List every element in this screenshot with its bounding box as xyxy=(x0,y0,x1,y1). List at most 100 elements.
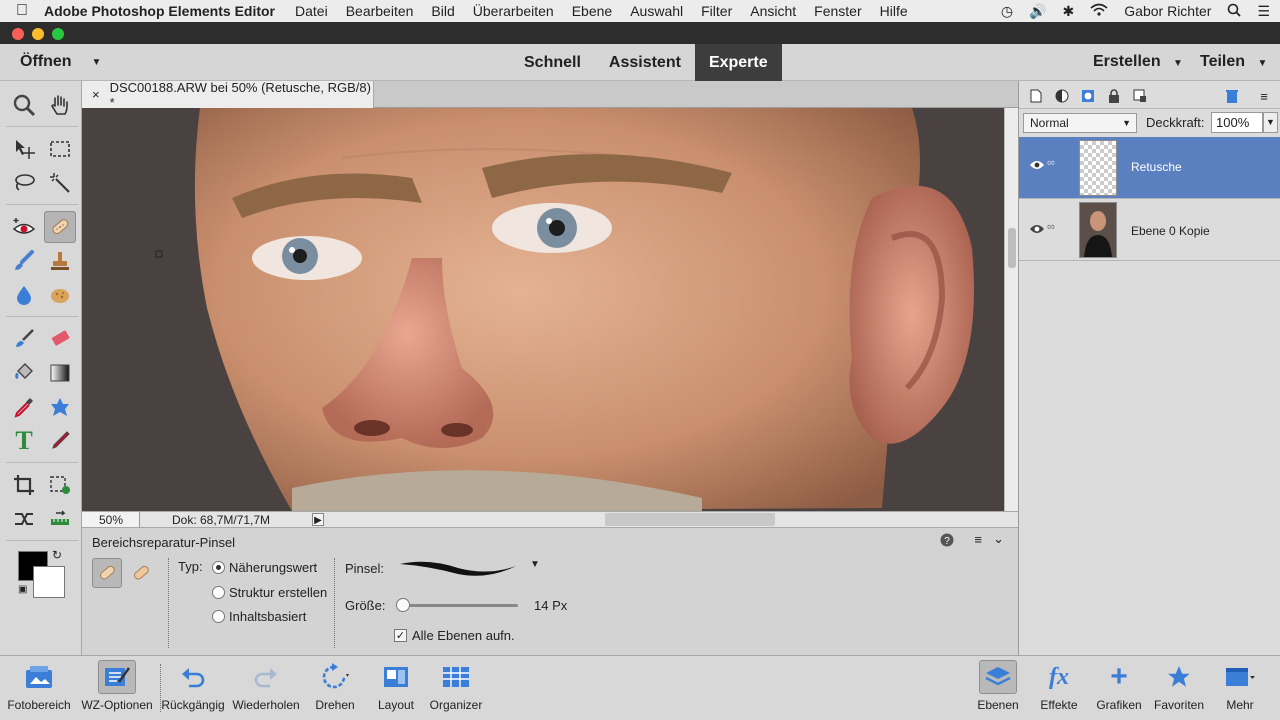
tool-options-button[interactable]: WZ-Optionen xyxy=(78,656,156,719)
size-slider-track[interactable] xyxy=(400,604,518,607)
help-icon[interactable]: ? xyxy=(940,533,954,550)
opacity-dropdown-icon[interactable]: ▼ xyxy=(1263,112,1278,133)
spot-healing-brush-tool-icon[interactable] xyxy=(44,211,76,243)
photo-bin-button[interactable]: Fotobereich xyxy=(4,656,74,719)
adjustment-layer-icon[interactable] xyxy=(1053,87,1071,105)
open-button[interactable]: Öffnen ▼ xyxy=(20,53,101,71)
straighten-tool-icon[interactable] xyxy=(44,503,76,535)
brush-tool-icon[interactable] xyxy=(8,323,40,355)
radio-unselected[interactable] xyxy=(212,586,225,599)
status-menu-arrow-icon[interactable]: ▶ xyxy=(312,513,324,526)
lasso-tool-icon[interactable] xyxy=(8,167,40,199)
bluetooth-icon[interactable]: ✱ xyxy=(1063,3,1075,20)
sample-all-layers-checkbox[interactable]: ✓ Alle Ebenen aufn. xyxy=(394,628,515,643)
menu-hilfe[interactable]: Hilfe xyxy=(880,3,908,19)
delete-layer-icon[interactable] xyxy=(1223,87,1241,105)
lock-transparency-icon[interactable] xyxy=(1131,87,1149,105)
type-option-approximate[interactable]: Näherungswert xyxy=(212,560,317,575)
layer-row-retusche[interactable]: ∞ Retusche xyxy=(1019,137,1280,199)
lock-all-icon[interactable] xyxy=(1105,87,1123,105)
menu-bearbeiten[interactable]: Bearbeiten xyxy=(346,3,414,19)
horizontal-scrollbar-thumb[interactable] xyxy=(605,513,775,526)
redo-button[interactable]: Wiederholen xyxy=(230,656,302,719)
smart-brush-tool-icon[interactable] xyxy=(8,245,40,277)
link-layer-icon[interactable]: ∞ xyxy=(1047,157,1055,169)
size-slider-thumb[interactable] xyxy=(396,598,410,612)
spotlight-search-icon[interactable] xyxy=(1227,3,1242,20)
rotate-button[interactable]: Drehen xyxy=(304,656,366,719)
blend-mode-select[interactable]: Normal ▼ xyxy=(1023,113,1137,133)
panel-menu-icon[interactable]: ≡ xyxy=(974,532,982,547)
eraser-tool-icon[interactable] xyxy=(44,323,76,355)
link-layer-icon[interactable]: ∞ xyxy=(1047,221,1055,233)
new-layer-icon[interactable] xyxy=(1027,87,1045,105)
favorites-panel-button[interactable]: Favoriten xyxy=(1150,656,1208,719)
share-button[interactable]: Teilen ▼ xyxy=(1200,53,1267,71)
layer-mask-icon[interactable] xyxy=(1079,87,1097,105)
menu-bild[interactable]: Bild xyxy=(431,3,454,19)
menu-filter[interactable]: Filter xyxy=(701,3,732,19)
pencil-tool-icon[interactable] xyxy=(44,425,76,457)
radio-unselected[interactable] xyxy=(212,610,225,623)
volume-icon[interactable]: 🔊 xyxy=(1029,3,1046,20)
content-aware-move-tool-icon[interactable] xyxy=(8,503,40,535)
crop-tool-icon[interactable] xyxy=(8,469,40,501)
zoom-level-field[interactable]: 50% xyxy=(82,512,140,528)
paint-bucket-tool-icon[interactable] xyxy=(8,357,40,389)
apple-icon[interactable]:  xyxy=(0,2,44,20)
effects-panel-button[interactable]: fx Effekte xyxy=(1034,656,1084,719)
close-tab-icon[interactable]: × xyxy=(92,87,100,102)
opacity-input[interactable]: 100% xyxy=(1211,112,1263,133)
menu-datei[interactable]: Datei xyxy=(295,3,328,19)
tab-assistent[interactable]: Assistent xyxy=(595,44,695,81)
gradient-tool-icon[interactable] xyxy=(44,357,76,389)
red-eye-tool-icon[interactable] xyxy=(8,211,40,243)
healing-brush-option-icon[interactable] xyxy=(126,558,156,588)
create-button[interactable]: Erstellen ▼ xyxy=(1093,53,1183,71)
minimize-window-button[interactable] xyxy=(32,28,44,40)
marquee-tool-icon[interactable] xyxy=(44,133,76,165)
recompose-tool-icon[interactable] xyxy=(44,469,76,501)
menu-auswahl[interactable]: Auswahl xyxy=(630,3,683,19)
brush-dropdown-arrow-icon[interactable]: ▼ xyxy=(530,559,540,570)
app-name-menu[interactable]: Adobe Photoshop Elements Editor xyxy=(44,3,275,19)
tab-experte[interactable]: Experte xyxy=(694,44,782,81)
time-machine-icon[interactable]: ◷ xyxy=(1001,3,1013,20)
blur-tool-icon[interactable] xyxy=(8,279,40,311)
type-option-content-aware[interactable]: Inhaltsbasiert xyxy=(212,609,306,624)
undo-button[interactable]: Rückgängig xyxy=(160,656,226,719)
quick-selection-tool-icon[interactable] xyxy=(44,167,76,199)
layers-panel-menu-icon[interactable]: ≡ xyxy=(1255,87,1273,105)
vertical-scroll-thumb[interactable] xyxy=(1008,228,1016,268)
type-tool-icon[interactable]: T xyxy=(8,425,40,457)
clone-stamp-tool-icon[interactable] xyxy=(44,245,76,277)
visibility-eye-icon[interactable] xyxy=(1029,223,1045,238)
graphics-panel-button[interactable]: + Grafiken xyxy=(1092,656,1146,719)
close-window-button[interactable] xyxy=(12,28,24,40)
image-canvas[interactable] xyxy=(82,108,1004,511)
tab-schnell[interactable]: Schnell xyxy=(510,44,595,81)
sponge-tool-icon[interactable] xyxy=(44,279,76,311)
layout-button[interactable]: Layout xyxy=(368,656,424,719)
radio-selected[interactable] xyxy=(212,561,225,574)
type-option-create-texture[interactable]: Struktur erstellen xyxy=(212,585,327,600)
hand-tool-icon[interactable] xyxy=(44,89,76,121)
more-button[interactable]: Mehr xyxy=(1212,656,1268,719)
menu-ebene[interactable]: Ebene xyxy=(572,3,612,19)
default-colors-icon[interactable]: ▣ xyxy=(18,584,27,595)
document-tab[interactable]: × DSC00188.ARW bei 50% (Retusche, RGB/8)… xyxy=(82,80,374,110)
organizer-button[interactable]: Organizer xyxy=(426,656,486,719)
collapse-chevron-icon[interactable]: ⌄ xyxy=(993,531,1004,547)
move-tool-icon[interactable] xyxy=(8,133,40,165)
visibility-eye-icon[interactable] xyxy=(1029,159,1045,174)
zoom-window-button[interactable] xyxy=(52,28,64,40)
brush-preset-picker[interactable] xyxy=(398,556,518,583)
vertical-scrollbar[interactable] xyxy=(1004,108,1018,511)
background-color-swatch[interactable] xyxy=(33,566,65,598)
user-name[interactable]: Gabor Richter xyxy=(1124,3,1211,19)
notification-center-icon[interactable]: ☰ xyxy=(1257,3,1270,20)
checkbox-checked[interactable]: ✓ xyxy=(394,629,407,642)
wifi-icon[interactable] xyxy=(1090,3,1108,20)
swap-colors-icon[interactable]: ↻ xyxy=(52,548,62,562)
layer-row-ebene-0-kopie[interactable]: ∞ Ebene 0 Kopie xyxy=(1019,199,1280,261)
